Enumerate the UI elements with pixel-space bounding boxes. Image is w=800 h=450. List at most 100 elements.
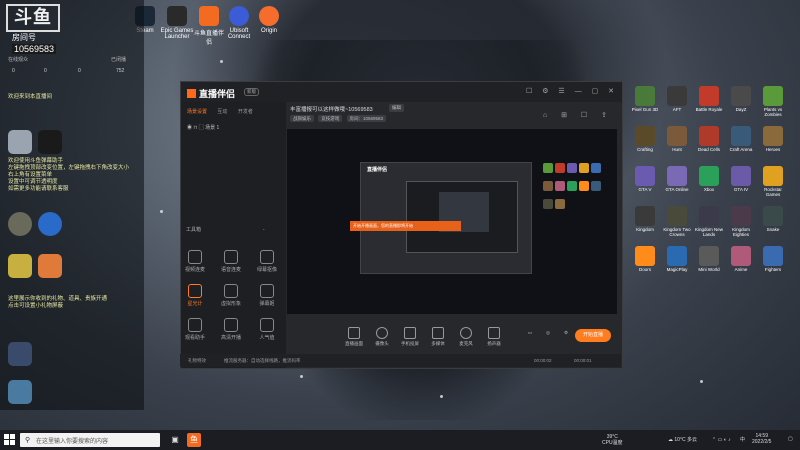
desktop-icon[interactable]: Fighters: [758, 246, 788, 272]
tag[interactable]: 竞技游戏: [318, 115, 343, 122]
weather[interactable]: ☁ 10°C 多云: [668, 437, 697, 443]
desktop-icon[interactable]: Doors: [630, 246, 660, 272]
view-icon[interactable]: ◎: [538, 330, 558, 336]
tab-developer[interactable]: 开发者: [238, 109, 253, 115]
desktop-icon[interactable]: Kingdom New Lands: [694, 206, 724, 237]
info-actions[interactable]: ⌂ ⊞ ☐ ⇪: [543, 111, 613, 119]
desktop-icon[interactable]: Rockstar Games: [758, 166, 788, 197]
app-icon[interactable]: [8, 212, 32, 236]
app-icon: [763, 166, 783, 186]
tag[interactable]: 战旗娱乐: [290, 115, 314, 122]
app-icon: [667, 86, 687, 106]
desktop-icon[interactable]: Battle Royale: [694, 86, 724, 112]
app-icon[interactable]: [8, 342, 32, 366]
tool-popularity[interactable]: 人气值: [252, 318, 282, 341]
desktop-icon[interactable]: Dead Cells: [694, 126, 724, 152]
desktop-icon-epic[interactable]: Epic Games Launcher: [160, 6, 194, 40]
desktop-icon[interactable]: Heroes: [758, 126, 788, 152]
start-live-button[interactable]: 开始直播: [575, 329, 611, 342]
app-icon: [635, 166, 655, 186]
tool-video-connect[interactable]: 视频连麦: [180, 250, 210, 273]
qq-icon[interactable]: [38, 130, 62, 154]
btn-phone-cast[interactable]: 手机投屏: [395, 327, 425, 347]
tool-danmaku[interactable]: 弹幕姬: [252, 284, 282, 307]
tab-scene[interactable]: 场景设置: [187, 109, 207, 115]
tool-greenscreen[interactable]: 绿幕抠像: [252, 250, 282, 273]
desktop-icon[interactable]: Kingdom Two Crowns: [662, 206, 692, 237]
desktop-icon[interactable]: DayZ: [726, 86, 756, 112]
btn-microphone[interactable]: 麦克风: [451, 327, 481, 347]
start-windows-icon[interactable]: [4, 434, 16, 446]
btn-media[interactable]: 多媒体: [423, 327, 453, 347]
douyu-mark-icon: [187, 89, 196, 98]
titlebar-controls[interactable]: ☐ ⚙ ☰ — ▢ ✕: [526, 87, 618, 95]
desktop-icon[interactable]: MagicPlay: [662, 246, 692, 272]
desktop-icon[interactable]: Kingdom Eighties: [726, 206, 756, 237]
desktop-icon-ubisoft[interactable]: Ubisoft Connect: [222, 6, 256, 40]
room-title: 丰富播报可以这样做哦~10569583: [290, 107, 373, 113]
btn-screen-capture[interactable]: 直播画面: [339, 327, 369, 347]
snowflake: [440, 395, 443, 398]
assistant-text: 欢迎使用斗鱼弹幕助手 左键拖拽顶部改变位置，左键拖拽右下角改变大小 右上角有设置…: [8, 158, 130, 192]
notification-icon[interactable]: ▢: [788, 436, 793, 442]
tool-starlight[interactable]: 星光计: [180, 284, 210, 307]
settings-icon[interactable]: ⚙: [556, 330, 576, 336]
app-icon[interactable]: [8, 254, 32, 278]
edit-button[interactable]: 编辑: [389, 104, 404, 112]
desktop-icon[interactable]: GTA V: [630, 166, 660, 192]
kugou-icon[interactable]: [38, 212, 62, 236]
scene-item[interactable]: ◉ ⊓ ▢ 场景 1: [187, 124, 219, 131]
tool-hd-live[interactable]: 高清开播: [216, 318, 246, 341]
lock-icon[interactable]: ⊓: [193, 125, 197, 131]
window-statusbar: 礼物特效 推流服务器：自动选择线路，推流码率 00:00:02 00:00:01: [180, 354, 621, 367]
record-icon[interactable]: ▭: [520, 330, 540, 336]
tab-interact[interactable]: 互动: [217, 109, 227, 115]
desktop-icon[interactable]: Snake: [758, 206, 788, 232]
desktop-icon[interactable]: Pixel Gun 3D: [630, 86, 660, 112]
desktop-icon[interactable]: Craft Arena: [726, 126, 756, 152]
tray-icons[interactable]: ⌃ ▭ ◐ ♪: [712, 437, 731, 443]
input-lang[interactable]: 中: [740, 437, 745, 443]
btn-speaker[interactable]: 扬声器: [479, 327, 509, 347]
desktop-icon[interactable]: Xbox: [694, 166, 724, 192]
desktop-icon-douyu[interactable]: 斗鱼直播伴侣: [192, 6, 226, 46]
desktop-icon[interactable]: GTA Online: [662, 166, 692, 192]
tool-avatar[interactable]: 虚拟形象: [216, 284, 246, 307]
desktop-icon[interactable]: Kingdom: [630, 206, 660, 232]
desktop-icon[interactable]: Hunt: [662, 126, 692, 152]
desktop-icon[interactable]: Plants vs Zombies: [758, 86, 788, 117]
tool-watch-helper[interactable]: 观看助手: [180, 318, 210, 341]
toolbox-header: 工具箱: [186, 227, 202, 233]
tool-voice-connect[interactable]: 语音连麦: [216, 250, 246, 273]
stream-preview[interactable]: 直播伴侣 开始开播画面，您的直播即将开始: [287, 129, 617, 314]
status-time: 00:00:02: [534, 358, 552, 363]
desktop-icon[interactable]: AFT: [662, 86, 692, 112]
app-icon: [731, 246, 751, 266]
douyu-logo: 斗鱼: [6, 4, 60, 32]
clock[interactable]: 14:59 2022/2/5: [752, 433, 771, 445]
app-icon[interactable]: [8, 380, 32, 404]
desktop-icon-origin[interactable]: Origin: [252, 6, 286, 34]
room-info-bar: 丰富播报可以这样做哦~10569583 编辑 战旗娱乐 竞技游戏 房间：1056…: [286, 101, 621, 129]
task-view-icon[interactable]: ▣: [168, 433, 182, 447]
toolbox-more[interactable]: ⌄: [262, 226, 265, 231]
app-icon: [635, 206, 655, 226]
scene-tabs: 场景设置 互动 开发者: [187, 108, 262, 115]
status-label: 已闭播: [110, 57, 126, 63]
app-icon: [699, 86, 719, 106]
btn-camera[interactable]: 摄像头: [367, 327, 397, 347]
desktop-icon[interactable]: Crafting: [630, 126, 660, 152]
app-icon[interactable]: [8, 130, 32, 154]
app-icon: [731, 206, 751, 226]
app-icon[interactable]: [38, 254, 62, 278]
desktop-icon[interactable]: Anime: [726, 246, 756, 272]
taskbar-douyu-icon[interactable]: 鱼: [187, 433, 201, 447]
window-titlebar: 直播伴侣 新版 ☐ ⚙ ☰ — ▢ ✕: [181, 82, 622, 102]
desktop-icon[interactable]: Mini World: [694, 246, 724, 272]
eye-icon[interactable]: ◉: [187, 125, 192, 131]
taskbar-search[interactable]: ⚲ 在这里输入你要搜索的内容: [20, 433, 160, 447]
app-icon: [731, 86, 751, 106]
desktop-icon[interactable]: GTA IV: [726, 166, 756, 192]
app-icon: [667, 166, 687, 186]
ubisoft-icon: [229, 6, 249, 26]
